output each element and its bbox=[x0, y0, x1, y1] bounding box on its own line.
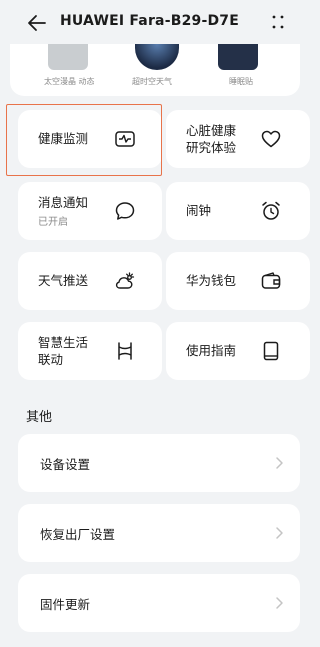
card-label-line1: 智慧生活 bbox=[38, 335, 89, 350]
device-settings-row[interactable]: 设备设置 bbox=[18, 434, 300, 492]
card-label-line2: 联动 bbox=[38, 352, 64, 367]
chat-bubble-icon bbox=[115, 202, 135, 220]
back-arrow-icon[interactable] bbox=[26, 12, 48, 34]
card-label: 华为钱包 bbox=[186, 273, 237, 288]
smart-life-icon bbox=[118, 342, 132, 360]
watch-face-gallery: 太空漫晶 动态 超时空天气 睡眠贴 bbox=[10, 44, 300, 96]
top-bar: HUAWEI Fara-B29-D7E bbox=[0, 0, 319, 44]
notifications-card[interactable]: 消息通知 已开启 bbox=[18, 182, 162, 240]
factory-reset-row[interactable]: 恢复出厂设置 bbox=[18, 504, 300, 562]
highlight-box bbox=[6, 104, 162, 176]
watch-face-thumbnail[interactable] bbox=[218, 44, 258, 70]
card-label: 天气推送 bbox=[38, 273, 89, 288]
more-options-icon[interactable] bbox=[270, 14, 286, 30]
smart-life-linkage-card[interactable]: 智慧生活 联动 bbox=[18, 322, 162, 380]
heart-icon bbox=[261, 130, 281, 148]
card-label-line1: 心脏健康 bbox=[186, 123, 237, 138]
wallet-icon bbox=[261, 272, 281, 289]
firmware-update-row[interactable]: 固件更新 bbox=[18, 574, 300, 632]
heart-health-research-card[interactable]: 心脏健康 研究体验 bbox=[166, 110, 310, 168]
notification-status: 已开启 bbox=[38, 217, 68, 228]
user-guide-card[interactable]: 使用指南 bbox=[166, 322, 310, 380]
row-label: 设备设置 bbox=[40, 457, 91, 472]
guide-book-icon bbox=[263, 341, 279, 361]
chevron-right-icon bbox=[276, 457, 283, 469]
watch-face-thumbnail[interactable] bbox=[135, 44, 179, 70]
device-title: HUAWEI Fara-B29-D7E bbox=[60, 13, 239, 29]
watch-face-label: 睡眠贴 bbox=[229, 77, 253, 86]
card-label: 闹钟 bbox=[186, 203, 212, 218]
watch-face-label: 太空漫晶 动态 bbox=[44, 77, 95, 86]
weather-push-card[interactable]: 天气推送 bbox=[18, 252, 162, 310]
alarm-clock-icon bbox=[262, 201, 280, 220]
watch-face-thumbnail[interactable] bbox=[48, 44, 88, 70]
weather-icon bbox=[115, 272, 135, 289]
card-label: 消息通知 bbox=[38, 195, 89, 210]
card-label-line2: 研究体验 bbox=[186, 140, 237, 155]
alarm-card[interactable]: 闹钟 bbox=[166, 182, 310, 240]
chevron-right-icon bbox=[276, 527, 283, 539]
watch-face-label: 超时空天气 bbox=[132, 77, 172, 86]
chevron-right-icon bbox=[276, 597, 283, 609]
row-label: 固件更新 bbox=[40, 597, 91, 612]
section-title-other: 其他 bbox=[26, 410, 53, 425]
card-label: 使用指南 bbox=[186, 343, 237, 358]
huawei-wallet-card[interactable]: 华为钱包 bbox=[166, 252, 310, 310]
row-label: 恢复出厂设置 bbox=[40, 527, 116, 542]
